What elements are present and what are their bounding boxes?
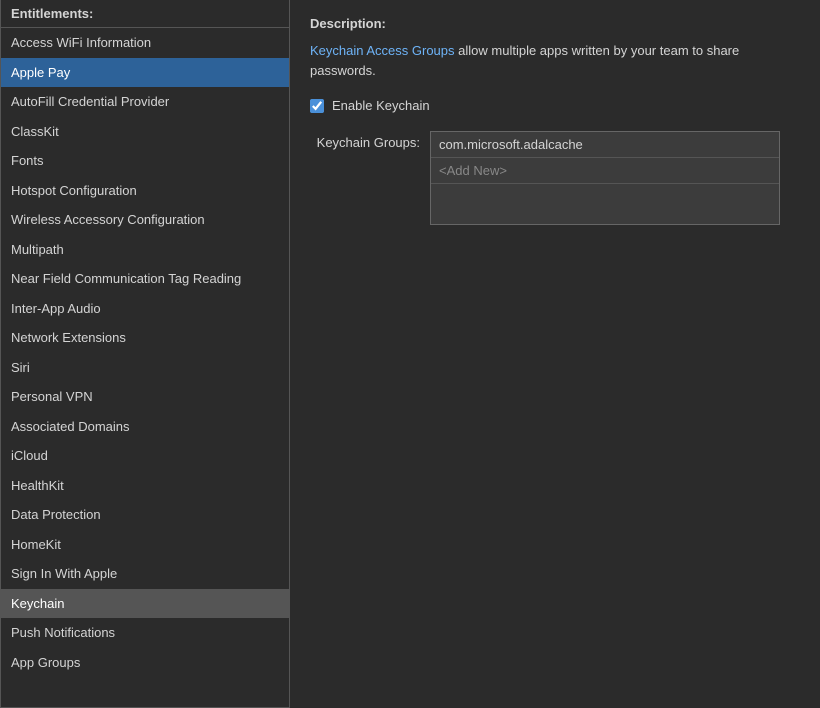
entitlements-panel: Entitlements: Access WiFi InformationApp… [0,0,290,708]
entitlement-item[interactable]: Siri [1,353,289,383]
entitlement-item[interactable]: Push Notifications [1,618,289,648]
entitlement-item[interactable]: Apple Pay [1,58,289,88]
entitlement-item[interactable]: Hotspot Configuration [1,176,289,206]
keychain-groups-table: com.microsoft.adalcache<Add New> [430,131,780,225]
keychain-groups-row: Keychain Groups: com.microsoft.adalcache… [310,131,800,225]
entitlement-item[interactable]: iCloud [1,441,289,471]
enable-keychain-label: Enable Keychain [332,98,430,113]
entitlement-item[interactable]: Sign In With Apple [1,559,289,589]
entitlement-item[interactable]: HomeKit [1,530,289,560]
entitlement-item[interactable]: Network Extensions [1,323,289,353]
description-panel: Description: Keychain Access Groups allo… [290,0,820,708]
entitlement-item[interactable]: Wireless Accessory Configuration [1,205,289,235]
enable-keychain-row: Enable Keychain [310,98,800,113]
entitlements-header: Entitlements: [1,0,289,28]
description-highlight: Keychain Access Groups [310,43,455,58]
entitlement-item[interactable]: Near Field Communication Tag Reading [1,264,289,294]
entitlement-item[interactable]: Keychain [1,589,289,619]
entitlement-item[interactable]: AutoFill Credential Provider [1,87,289,117]
entitlement-item[interactable]: Data Protection [1,500,289,530]
entitlement-item[interactable]: ClassKit [1,117,289,147]
entitlement-item[interactable]: App Groups [1,648,289,678]
entitlement-item[interactable]: Access WiFi Information [1,28,289,58]
description-header: Description: [310,16,800,31]
description-text: Keychain Access Groups allow multiple ap… [310,41,770,80]
entitlement-item[interactable]: Fonts [1,146,289,176]
keychain-group-item[interactable]: <Add New> [431,158,779,184]
entitlement-item[interactable]: Inter-App Audio [1,294,289,324]
enable-keychain-checkbox[interactable] [310,99,324,113]
keychain-group-item: com.microsoft.adalcache [431,132,779,158]
entitlement-item[interactable]: Associated Domains [1,412,289,442]
entitlement-item[interactable]: Personal VPN [1,382,289,412]
entitlements-list: Access WiFi InformationApple PayAutoFill… [1,28,289,707]
keychain-groups-label: Keychain Groups: [310,131,420,150]
entitlement-item[interactable]: HealthKit [1,471,289,501]
keychain-group-item [431,184,779,224]
entitlement-item[interactable]: Multipath [1,235,289,265]
